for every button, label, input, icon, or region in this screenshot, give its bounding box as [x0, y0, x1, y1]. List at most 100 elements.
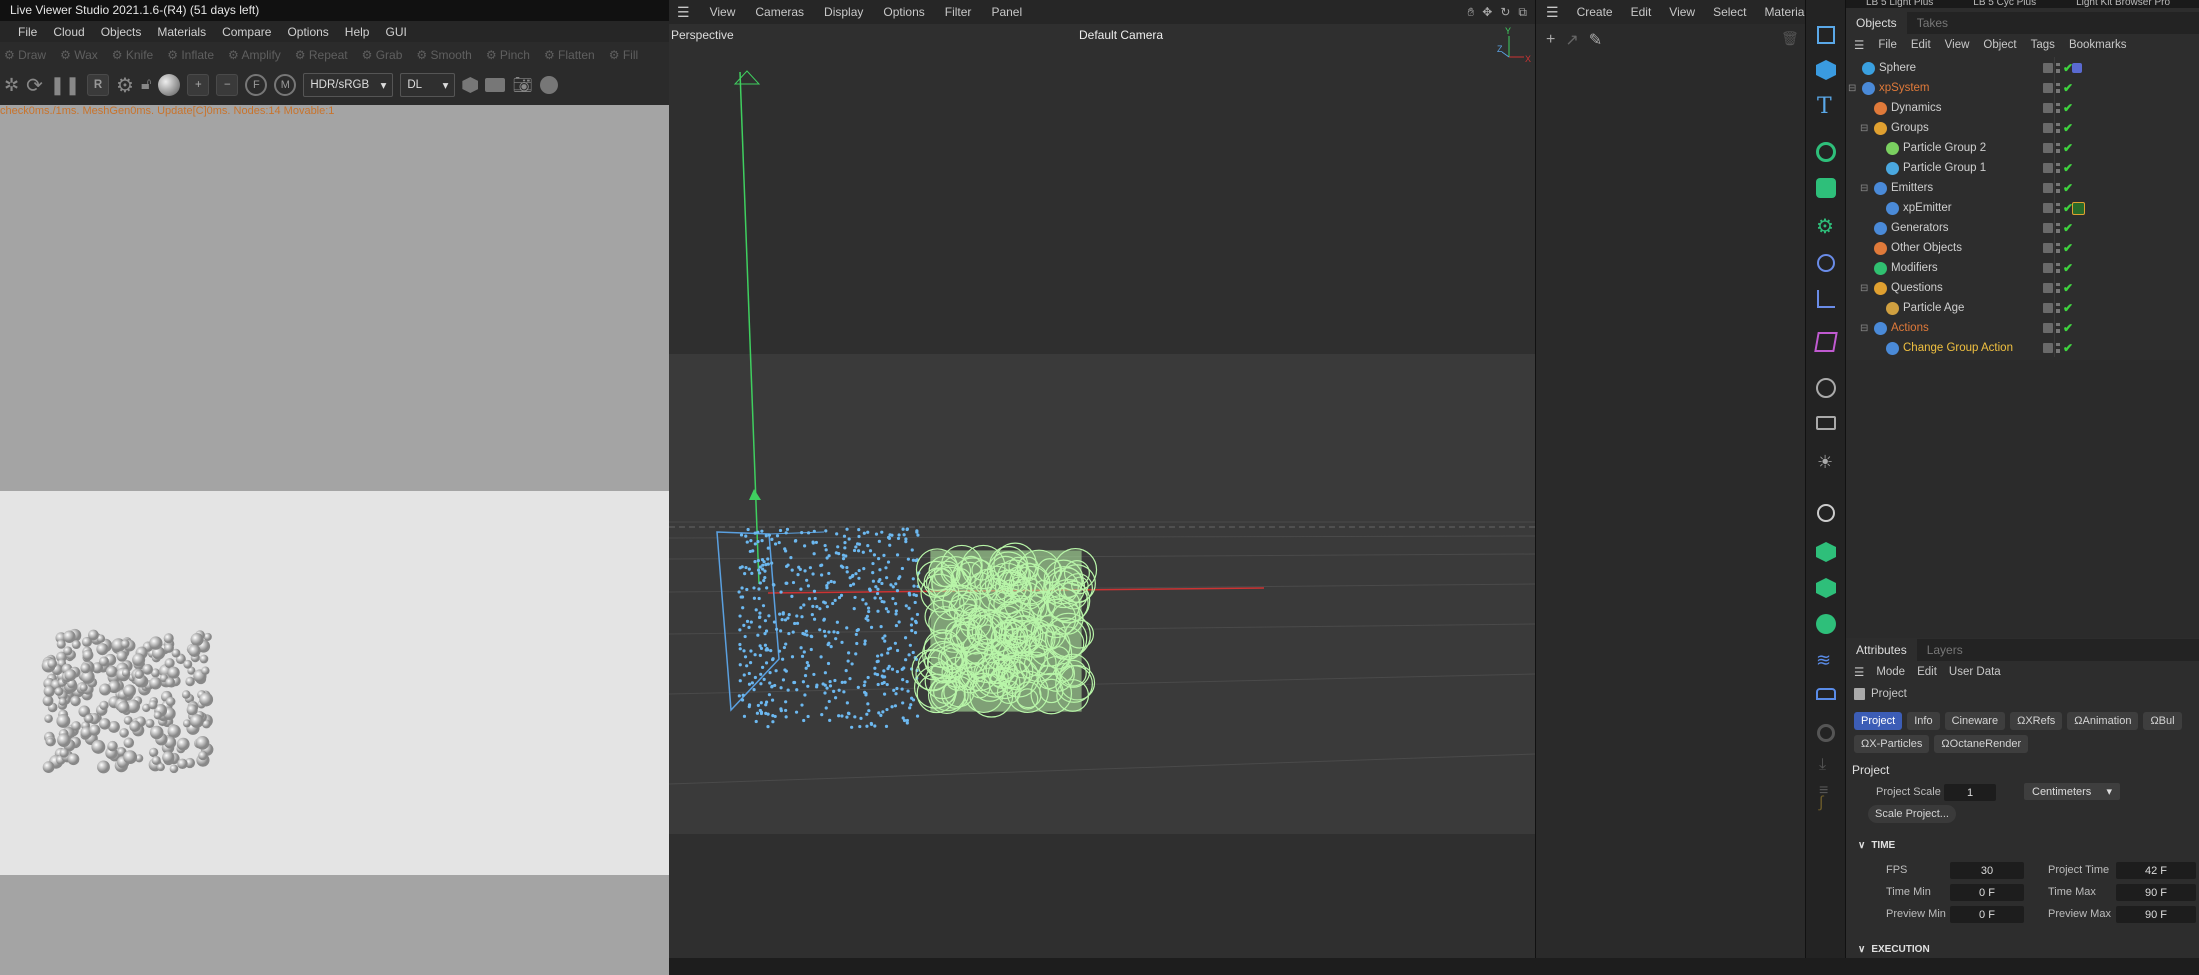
- visibility-dots[interactable]: [2056, 143, 2060, 153]
- object-name[interactable]: xpEmitter: [1903, 202, 1952, 214]
- menu-materials[interactable]: Materials: [157, 25, 206, 39]
- pen-icon[interactable]: [1817, 504, 1835, 522]
- vp-menu-view[interactable]: View: [710, 5, 736, 19]
- focus-icon[interactable]: F: [245, 74, 268, 96]
- object-name[interactable]: Change Group Action: [1903, 342, 2013, 354]
- menu-file[interactable]: File: [18, 25, 37, 39]
- object-name[interactable]: Sphere: [1879, 62, 1916, 74]
- enabled-check-icon[interactable]: ✔: [2063, 241, 2073, 255]
- particle-emitter-icon[interactable]: [1816, 142, 1836, 162]
- layer-swatch[interactable]: [2043, 263, 2053, 273]
- cube-icon[interactable]: [1816, 60, 1836, 80]
- top-strip-item[interactable]: LB 5 Cyc Plus: [1973, 0, 2036, 8]
- layer-swatch[interactable]: [2043, 203, 2053, 213]
- layer-swatch[interactable]: [2043, 163, 2053, 173]
- color-space-select[interactable]: HDR/sRGB ▾: [303, 73, 394, 97]
- object-name[interactable]: Questions: [1891, 282, 1943, 294]
- object-row[interactable]: ⊟ Emitters ✔: [1846, 178, 2199, 198]
- time-min-field[interactable]: 0 F: [1950, 884, 2024, 901]
- layer-swatch[interactable]: [2043, 303, 2053, 313]
- hamburger-icon[interactable]: ☰: [677, 4, 690, 21]
- enabled-check-icon[interactable]: ✔: [2063, 121, 2073, 135]
- project-time-field[interactable]: 42 F: [2116, 862, 2196, 879]
- xp-add-icon[interactable]: [1816, 542, 1836, 562]
- pan-icon[interactable]: ✋︎: [1467, 5, 1474, 20]
- attr-tab-xrefs[interactable]: Ω XRefs: [2010, 712, 2063, 730]
- layer-swatch[interactable]: [2043, 103, 2053, 113]
- rotate-icon[interactable]: ↻: [1500, 5, 1510, 20]
- enabled-check-icon[interactable]: ✔: [2063, 281, 2073, 295]
- object-row[interactable]: Generators ✔: [1846, 218, 2199, 238]
- light-icon[interactable]: ☀: [1817, 452, 1833, 473]
- camera-name[interactable]: Default Camera: [1079, 28, 1163, 42]
- time-section-header[interactable]: ∨ TIME: [1858, 840, 1895, 851]
- visibility-dots[interactable]: [2056, 243, 2060, 253]
- layer-swatch[interactable]: [2043, 83, 2053, 93]
- om-menu-tags[interactable]: Tags: [2031, 39, 2055, 51]
- settings-icon[interactable]: ✲: [4, 75, 19, 96]
- object-name[interactable]: Other Objects: [1891, 242, 1962, 254]
- tool-draw[interactable]: ⚙ Draw: [4, 48, 46, 62]
- project-scale-unit-select[interactable]: Centimeters ▾: [2024, 783, 2120, 800]
- object-row[interactable]: Modifiers ✔: [1846, 258, 2199, 278]
- visibility-dots[interactable]: [2056, 103, 2060, 113]
- layer-swatch[interactable]: [2043, 143, 2053, 153]
- hamburger-icon[interactable]: ☰: [1854, 38, 1864, 52]
- collapse-icon[interactable]: ⊟: [1860, 283, 1868, 294]
- circle-icon[interactable]: [539, 76, 558, 94]
- attr-tab-octanerender[interactable]: Ω OctaneRender: [1934, 735, 2029, 753]
- object-name[interactable]: Particle Group 1: [1903, 162, 1986, 174]
- collapse-icon[interactable]: ⊟: [1860, 183, 1868, 194]
- scale-project-button[interactable]: Scale Project...: [1868, 805, 1956, 823]
- lock-icon[interactable]: 🔓︎: [141, 76, 151, 94]
- object-row[interactable]: Other Objects ✔: [1846, 238, 2199, 258]
- attr-tab-project[interactable]: Project: [1854, 712, 1903, 730]
- menu-cloud[interactable]: Cloud: [53, 25, 84, 39]
- enabled-check-icon[interactable]: ✔: [2063, 141, 2073, 155]
- om-menu-object[interactable]: Object: [1983, 39, 2016, 51]
- render-mode-select[interactable]: DL ▾: [400, 73, 456, 97]
- vp-menu-panel[interactable]: Panel: [991, 5, 1022, 19]
- tool-flatten[interactable]: ⚙ Flatten: [544, 48, 595, 62]
- enabled-check-icon[interactable]: ✔: [2063, 101, 2073, 115]
- object-row[interactable]: Particle Group 1 ✔: [1846, 158, 2199, 178]
- layer-swatch[interactable]: [2043, 63, 2053, 73]
- object-row[interactable]: Sphere ✔: [1846, 58, 2199, 78]
- layer-swatch[interactable]: [2043, 323, 2053, 333]
- render-icon[interactable]: [1817, 724, 1835, 742]
- tool-repeat[interactable]: ⚙ Repeat: [295, 48, 348, 62]
- vp-menu-cameras[interactable]: Cameras: [755, 5, 804, 19]
- attr-tab-animation[interactable]: Ω Animation: [2067, 712, 2139, 730]
- refresh-icon[interactable]: ⟳: [26, 73, 43, 98]
- object-row[interactable]: ⊟ Actions ✔: [1846, 318, 2199, 338]
- fps-field[interactable]: 30: [1950, 862, 2024, 879]
- hamburger-icon[interactable]: ☰: [1546, 4, 1559, 21]
- render-region-icon[interactable]: R: [87, 74, 110, 96]
- material-ball-icon[interactable]: [158, 74, 181, 96]
- object-row[interactable]: ⊟ Questions ✔: [1846, 278, 2199, 298]
- text-icon[interactable]: T: [1817, 94, 1832, 119]
- menu-help[interactable]: Help: [345, 25, 370, 39]
- layer-swatch[interactable]: [2043, 283, 2053, 293]
- om-menu-view[interactable]: View: [1945, 39, 1970, 51]
- object-name[interactable]: Particle Age: [1903, 302, 1964, 314]
- layer-swatch[interactable]: [2043, 243, 2053, 253]
- object-name[interactable]: Dynamics: [1891, 102, 1941, 114]
- layer-swatch[interactable]: [2043, 183, 2053, 193]
- object-name[interactable]: Emitters: [1891, 182, 1933, 194]
- object-name[interactable]: Groups: [1891, 122, 1929, 134]
- om-menu-bookmarks[interactable]: Bookmarks: [2069, 39, 2127, 51]
- add-tab-icon[interactable]: +: [187, 74, 210, 96]
- visibility-dots[interactable]: [2056, 323, 2060, 333]
- enabled-check-icon[interactable]: ✔: [2063, 321, 2073, 335]
- enabled-check-icon[interactable]: ✔: [2063, 341, 2073, 355]
- preview-min-field[interactable]: 0 F: [1950, 906, 2024, 923]
- visibility-dots[interactable]: [2056, 163, 2060, 173]
- arrow-icon[interactable]: ↗: [1565, 30, 1578, 50]
- vp-menu-filter[interactable]: Filter: [945, 5, 972, 19]
- tool-knife[interactable]: ⚙ Knife: [112, 48, 153, 62]
- camera-icon[interactable]: 📷︎: [512, 75, 532, 95]
- object-name[interactable]: Actions: [1891, 322, 1929, 334]
- time-max-field[interactable]: 90 F: [2116, 884, 2196, 901]
- object-name[interactable]: Generators: [1891, 222, 1949, 234]
